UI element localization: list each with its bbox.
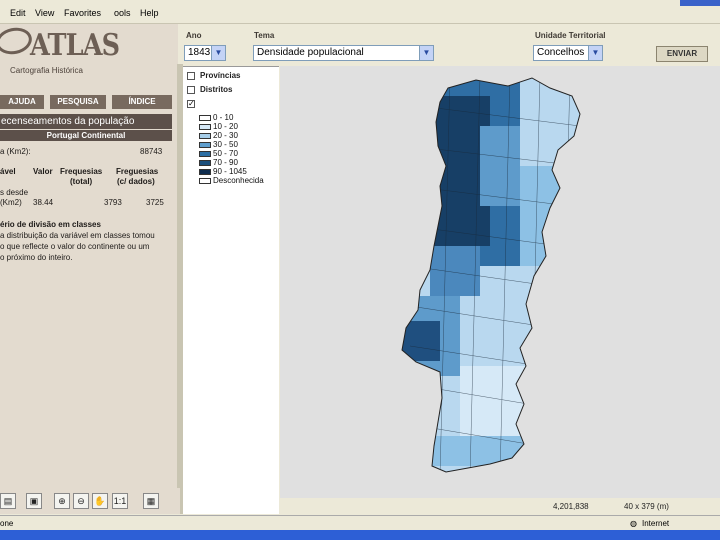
window-controls[interactable] [680, 0, 720, 6]
tema-label: Tema [254, 31, 275, 40]
legend-label: 70 - 90 [213, 158, 238, 167]
provincias-label: Províncias [200, 71, 241, 80]
chevron-down-icon[interactable]: ▼ [419, 46, 433, 60]
legend-item-0: 0 - 10 [199, 114, 233, 122]
row-total: 3793 [104, 198, 122, 207]
chevron-down-icon[interactable]: ▼ [211, 46, 225, 60]
portugal-choropleth-map[interactable] [280, 66, 720, 498]
legend-item-2: 20 - 30 [199, 132, 238, 140]
taskbar [0, 530, 720, 540]
map-view[interactable] [280, 66, 720, 498]
criterio-line-1: a distribuição da variável em classes to… [0, 231, 155, 240]
menu-bar: Edit View Favorites ools Help [0, 0, 720, 24]
unidade-value: Concelhos [537, 47, 585, 58]
legend-swatch [199, 114, 211, 121]
tema-select[interactable]: Densidade populacional ▼ [253, 45, 434, 61]
area-value: 88743 [140, 147, 163, 156]
ajuda-button[interactable]: AJUDA [0, 95, 44, 109]
menu-favorites[interactable]: Favorites [64, 8, 101, 18]
print-icon[interactable]: ▤ [0, 493, 16, 509]
zone-label: Internet [642, 519, 670, 528]
legend-label: 10 - 20 [213, 122, 238, 131]
indice-button[interactable]: ÍNDICE [112, 95, 172, 109]
legend-item-6: 90 - 1045 [199, 168, 247, 176]
legend-label: Desconhecida [213, 176, 264, 185]
zoom-out-icon[interactable]: ⊖ [73, 493, 89, 509]
legend-label: 90 - 1045 [213, 167, 247, 176]
distritos-checkbox[interactable] [187, 86, 195, 94]
area-label: a (Km2): [0, 147, 31, 156]
legend-item-3: 30 - 50 [199, 141, 238, 149]
legend-swatch [199, 159, 211, 166]
scale-1-1-button[interactable]: 1:1 [112, 493, 128, 509]
region-subbanner: Portugal Continental [0, 130, 172, 141]
legend-item-4: 50 - 70 [199, 150, 238, 158]
row-dados: 3725 [146, 198, 164, 207]
save-icon[interactable]: ▣ [26, 493, 42, 509]
provincias-checkbox[interactable] [187, 72, 195, 80]
legend-label: 50 - 70 [213, 149, 238, 158]
col-freq-total-sub: (total) [70, 177, 93, 186]
legend-item-5: 70 - 90 [199, 159, 238, 167]
status-text: one [0, 519, 14, 528]
zoom-in-icon[interactable]: ⊕ [54, 493, 70, 509]
col-freq-total: Frequesias [60, 167, 103, 176]
menu-help[interactable]: Help [140, 8, 159, 18]
legend-swatch [199, 168, 211, 175]
menu-tools[interactable]: ools [114, 8, 131, 18]
unidade-select[interactable]: Concelhos ▼ [533, 45, 603, 61]
legend-swatch [199, 132, 211, 139]
unidade-label: Unidade Territorial [535, 31, 606, 40]
coord-x: 4,201,838 [553, 502, 589, 511]
criterio-title: ério de divisão em classes [0, 220, 101, 229]
row-label-1: s desde [0, 188, 29, 197]
legend-swatch [199, 177, 211, 184]
legend-swatch [199, 141, 211, 148]
col-freq-dados: Freguesias [116, 167, 159, 176]
col-variavel: ável [0, 167, 16, 176]
col-valor: Valor [33, 167, 53, 176]
legend-swatch [199, 150, 211, 157]
pan-hand-icon[interactable]: ✋ [92, 493, 108, 509]
ano-value: 1843 [188, 47, 211, 58]
section-banner: ecenseamentos da população [0, 114, 172, 129]
globe-icon: ◍ [630, 519, 637, 528]
map-regions [402, 78, 580, 472]
left-panel: ATLAS Cartografia Histórica AJUDA PESQUI… [0, 24, 178, 514]
logo-subtitle: Cartografia Histórica [10, 66, 83, 75]
legend-swatch [199, 123, 211, 130]
legend-item-1: 10 - 20 [199, 123, 238, 131]
layer-panel: Províncias Distritos ✓ 0 - 10 10 - 20 20… [183, 66, 279, 514]
legend-label: 0 - 10 [213, 113, 234, 122]
legend-label: 20 - 30 [213, 131, 238, 140]
menu-edit[interactable]: Edit [10, 8, 26, 18]
full-extent-icon[interactable]: ▦ [143, 493, 159, 509]
ano-label: Ano [186, 31, 202, 40]
criterio-line-2: o que reflecte o valor do continente ou … [0, 242, 150, 251]
legend-item-7: Desconhecida [199, 177, 264, 185]
legend-label: 30 - 50 [213, 140, 238, 149]
concelhos-checkbox[interactable]: ✓ [187, 100, 195, 108]
row-valor: 38.44 [33, 198, 54, 207]
distritos-label: Distritos [200, 85, 233, 94]
col-freq-dados-sub: (c/ dados) [117, 177, 155, 186]
enviar-button[interactable]: ENVIAR [656, 46, 708, 62]
chevron-down-icon[interactable]: ▼ [588, 46, 602, 60]
coord-size: 40 x 379 (m) [624, 502, 669, 511]
logo-title: ATLAS [30, 28, 120, 63]
criterio-line-3: o próximo do inteiro. [0, 253, 73, 262]
row-label-2: (Km2) [0, 198, 22, 207]
tema-value: Densidade populacional [257, 47, 364, 58]
status-bar: one ◍ Internet [0, 515, 720, 530]
pesquisa-button[interactable]: PESQUISA [50, 95, 106, 109]
menu-view[interactable]: View [35, 8, 54, 18]
ano-select[interactable]: 1843 ▼ [184, 45, 226, 61]
